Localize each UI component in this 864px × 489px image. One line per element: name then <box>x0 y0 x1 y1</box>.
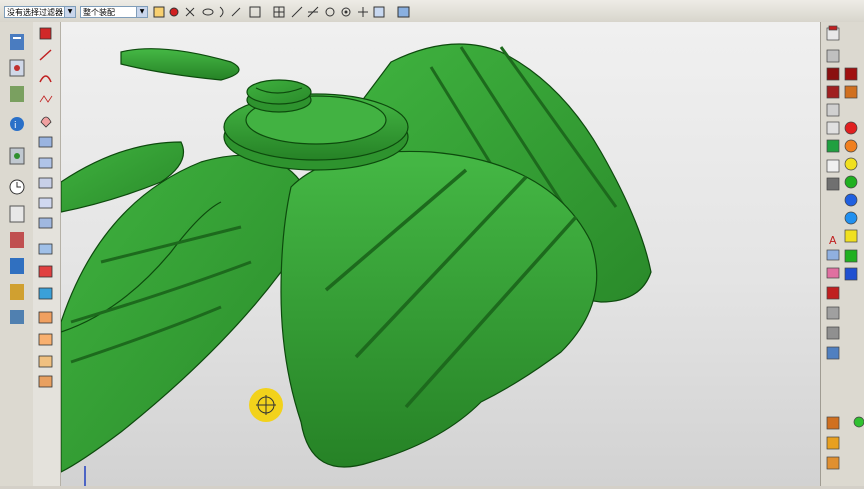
right-toolbar-icons[interactable]: A <box>821 22 864 486</box>
graphics-viewport[interactable] <box>61 22 820 486</box>
resource-bar-icons[interactable]: i <box>0 22 33 486</box>
assembly-scope-value: 整个装配 <box>83 8 115 17</box>
resource-bar: i <box>0 22 34 486</box>
svg-text:i: i <box>14 121 17 131</box>
assembly-scope-dropdown[interactable]: 整个装配 ▼ <box>80 6 148 18</box>
right-toolbar: A <box>820 22 864 486</box>
svg-text:A: A <box>829 234 837 247</box>
feature-palette <box>33 22 61 486</box>
green-leaf-model[interactable] <box>61 22 820 486</box>
snap-point-marker <box>249 388 283 422</box>
snap-toolbar[interactable] <box>152 4 422 20</box>
chevron-down-icon[interactable]: ▼ <box>64 7 75 17</box>
feature-palette-icons[interactable] <box>33 22 60 486</box>
selection-filter-dropdown[interactable]: 没有选择过滤器 ▼ <box>4 6 76 18</box>
selection-filter-value: 没有选择过滤器 <box>7 8 63 17</box>
chevron-down-icon[interactable]: ▼ <box>136 7 147 17</box>
top-toolbar: 没有选择过滤器 ▼ 整个装配 ▼ <box>0 0 864 23</box>
